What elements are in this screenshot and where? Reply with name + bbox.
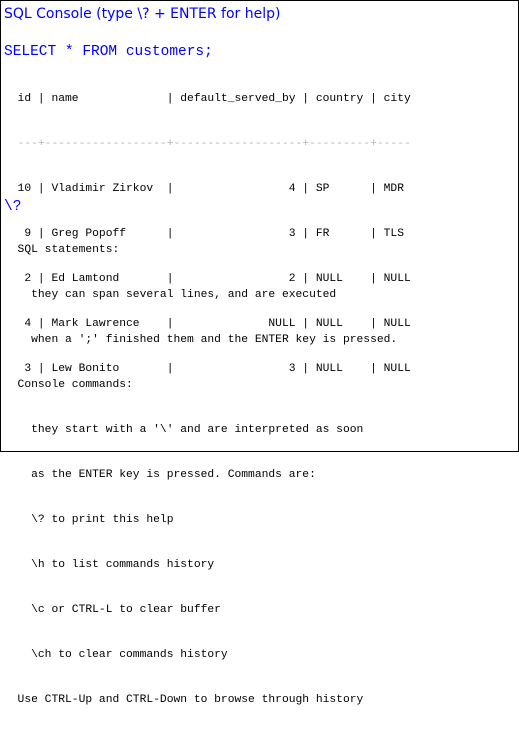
help-line: \? to print this help — [4, 514, 174, 526]
help-line: Use CTRL-Up and CTRL-Down to browse thro… — [4, 694, 364, 706]
console-title: SQL Console (type \? + ENTER for help) — [4, 6, 281, 22]
result-table-separator: ---+------------------+-----------------… — [4, 138, 411, 150]
result-table-header: id | name | default_served_by | country … — [4, 93, 411, 105]
help-line: \c or CTRL-L to clear buffer — [4, 604, 221, 616]
help-text: SQL statements: they can span several li… — [4, 213, 398, 738]
select-command-echo: SELECT * FROM customers; — [4, 44, 213, 60]
help-line: SQL statements: — [4, 244, 120, 256]
sql-console-output[interactable]: SQL Console (type \? + ENTER for help) S… — [0, 0, 519, 706]
help-line: they can span several lines, and are exe… — [4, 289, 337, 301]
help-line: as the ENTER key is pressed. Commands ar… — [4, 469, 316, 481]
table-row: 10 | Vladimir Zirkov | 4 | SP | MDR — [4, 183, 404, 195]
help-line: Console commands: — [4, 379, 133, 391]
help-line: when a ';' finished them and the ENTER k… — [4, 334, 398, 346]
help-line: they start with a '\' and are interprete… — [4, 424, 364, 436]
help-line: \ch to clear commands history — [4, 649, 228, 661]
help-line: \h to list commands history — [4, 559, 215, 571]
